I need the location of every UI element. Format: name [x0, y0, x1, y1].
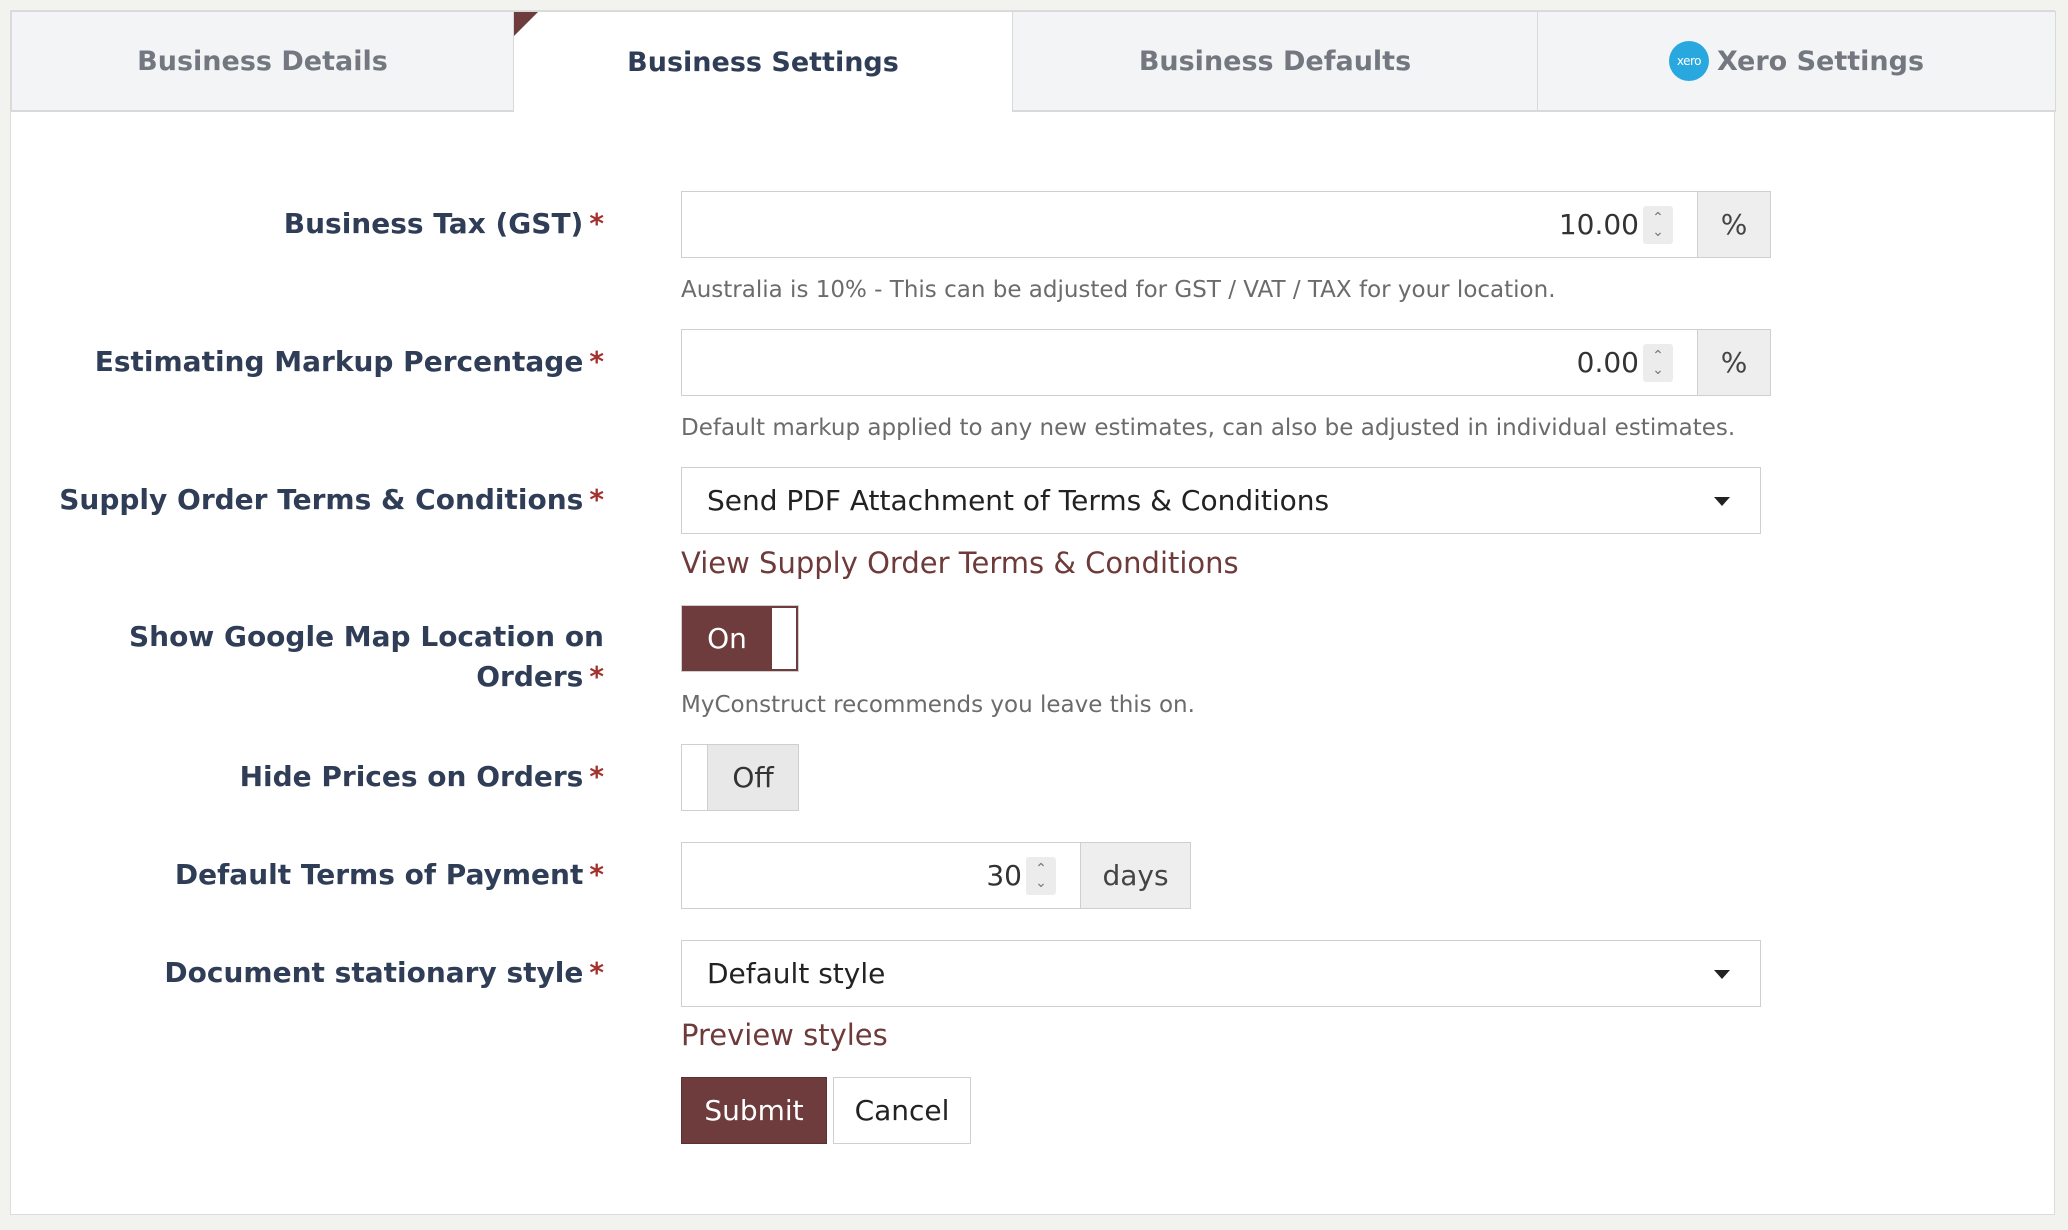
tab-xero-settings[interactable]: xero Xero Settings [1537, 11, 2056, 111]
business-settings-panel: Business Details Business Settings Busin… [10, 10, 2056, 1215]
stationary-label: Document stationary style * [164, 956, 604, 989]
spinner-icon[interactable]: ⌃ ⌄ [1643, 205, 1673, 244]
tab-business-details[interactable]: Business Details [11, 11, 514, 111]
markup-help-text: Default markup applied to any new estima… [681, 415, 1736, 441]
tax-input[interactable]: 10.00 ⌃ ⌄ [681, 191, 1697, 258]
google-map-help-text: MyConstruct recommends you leave this on… [681, 692, 1195, 718]
payment-terms-label: Default Terms of Payment * [174, 858, 604, 891]
toggle-knob [682, 745, 708, 810]
tax-input-group: 10.00 ⌃ ⌄ % [681, 191, 1771, 258]
tab-business-defaults[interactable]: Business Defaults [1012, 11, 1538, 111]
tab-label: Xero Settings [1716, 45, 1925, 77]
cancel-button[interactable]: Cancel [833, 1077, 971, 1144]
google-map-label: Show Google Map Location on Orders * [129, 620, 604, 693]
markup-input[interactable]: 0.00 ⌃ ⌄ [681, 329, 1697, 396]
submit-button[interactable]: Submit [681, 1077, 827, 1144]
percent-addon: % [1697, 329, 1771, 396]
toggle-label: On [682, 606, 772, 671]
percent-addon: % [1697, 191, 1771, 258]
stationary-select[interactable]: Default style [681, 940, 1761, 1007]
markup-label: Estimating Markup Percentage * [94, 345, 604, 378]
required-marker: * [589, 207, 604, 240]
payment-terms-input-group: 30 ⌃ ⌄ days [681, 842, 1191, 909]
spinner-icon[interactable]: ⌃ ⌄ [1643, 343, 1673, 382]
xero-logo-icon: xero [1668, 41, 1709, 81]
google-map-toggle[interactable]: On [681, 605, 799, 672]
payment-terms-input[interactable]: 30 ⌃ ⌄ [681, 842, 1080, 909]
hide-prices-toggle[interactable]: Off [681, 744, 799, 811]
tab-label: Business Settings [627, 46, 899, 78]
view-supply-terms-link[interactable]: View Supply Order Terms & Conditions [681, 546, 1239, 580]
hide-prices-label: Hide Prices on Orders * [239, 760, 604, 793]
days-addon: days [1080, 842, 1191, 909]
toggle-knob [772, 606, 798, 671]
tax-help-text: Australia is 10% - This can be adjusted … [681, 277, 1556, 303]
tab-divider [11, 111, 2056, 112]
tab-bar: Business Details Business Settings Busin… [11, 11, 2056, 112]
required-marker: * [589, 483, 604, 516]
tab-label: Business Defaults [1138, 45, 1412, 77]
spinner-icon[interactable]: ⌃ ⌄ [1026, 856, 1056, 895]
caret-down-icon [1714, 497, 1730, 506]
required-marker: * [589, 345, 604, 378]
tab-business-settings[interactable]: Business Settings [513, 11, 1013, 112]
toggle-label: Off [708, 745, 798, 810]
preview-styles-link[interactable]: Preview styles [681, 1018, 888, 1052]
required-marker: * [589, 858, 604, 891]
required-marker: * [589, 760, 604, 793]
tab-label: Business Details [137, 45, 388, 77]
supply-terms-select[interactable]: Send PDF Attachment of Terms & Condition… [681, 467, 1761, 534]
supply-terms-label: Supply Order Terms & Conditions * [59, 483, 604, 516]
required-marker: * [589, 660, 604, 693]
tax-label: Business Tax (GST) * [283, 207, 604, 240]
caret-down-icon [1714, 970, 1730, 979]
required-marker: * [589, 956, 604, 989]
markup-input-group: 0.00 ⌃ ⌄ % [681, 329, 1771, 396]
